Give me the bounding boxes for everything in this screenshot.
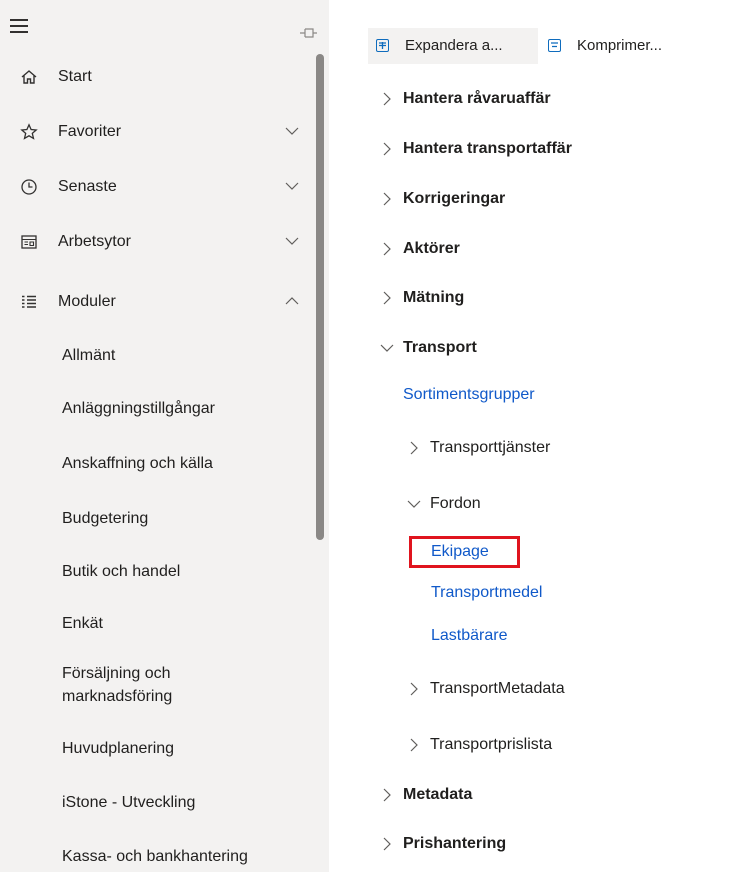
chevron-down-icon[interactable]: [285, 181, 299, 191]
link-lastbarare[interactable]: Lastbärare: [431, 621, 508, 651]
module-item[interactable]: Butik och handel: [62, 560, 302, 583]
nav-item-label: Moduler: [58, 293, 116, 310]
collapse-all-button[interactable]: Komprimer...: [540, 28, 700, 64]
tree-item-label: Mätning: [403, 289, 465, 306]
tree-item-label: Transport: [403, 339, 477, 356]
nav-item-start[interactable]: Start: [0, 57, 315, 97]
tree-item-label: Transportprislista: [430, 736, 553, 753]
chevron-right-icon: [383, 92, 391, 106]
chevron-up-icon[interactable]: [285, 296, 299, 306]
nav-item-label: Senaste: [58, 178, 117, 195]
modules-list-icon: [22, 295, 36, 308]
tree-item-label: TransportMetadata: [430, 680, 565, 697]
navigation-pane: Start Favoriter Senaste Arbetsytor Modul…: [0, 0, 329, 872]
chevron-right-icon: [383, 291, 391, 305]
nav-top-bar: [0, 0, 329, 44]
nav-item-moduler[interactable]: Moduler: [0, 282, 315, 322]
collapse-all-label: Komprimer...: [577, 37, 663, 54]
nav-item-label: Arbetsytor: [58, 233, 131, 250]
home-icon: [21, 70, 37, 84]
link-transportmedel[interactable]: Transportmedel: [431, 578, 542, 608]
star-icon: [20, 123, 38, 140]
module-item[interactable]: Huvudplanering: [62, 737, 302, 760]
module-item[interactable]: Allmänt: [62, 344, 302, 367]
nav-item-favoriter[interactable]: Favoriter: [0, 112, 315, 152]
collapse-icon: [548, 39, 561, 52]
chevron-right-icon: [383, 192, 391, 206]
chevron-right-icon: [383, 788, 391, 802]
link-sortimentsgrupper[interactable]: Sortimentsgrupper: [403, 380, 535, 410]
expand-all-button[interactable]: Expandera a...: [368, 28, 538, 64]
nav-item-senaste[interactable]: Senaste: [0, 167, 315, 207]
workspace-icon: [21, 235, 37, 249]
module-item[interactable]: iStone - Utveckling: [62, 791, 302, 814]
hamburger-menu-icon[interactable]: [10, 19, 28, 33]
chevron-down-icon[interactable]: [285, 236, 299, 246]
expand-icon: [376, 39, 389, 52]
chevron-right-icon: [410, 738, 418, 752]
chevron-down-icon: [407, 500, 421, 508]
nav-item-arbetsytor[interactable]: Arbetsytor: [0, 222, 315, 262]
nav-item-label: Favoriter: [58, 123, 122, 140]
chevron-right-icon: [410, 682, 418, 696]
tree-item-label: Fordon: [430, 495, 481, 512]
chevron-right-icon: [383, 242, 391, 256]
chevron-right-icon: [383, 837, 391, 851]
module-item[interactable]: Anskaffning och källa: [62, 452, 302, 475]
tree-item-label: Korrigeringar: [403, 190, 506, 207]
nav-scrollbar[interactable]: [316, 54, 324, 540]
tree-item-label: Aktörer: [403, 240, 460, 257]
highlight-box: [409, 536, 520, 568]
nav-item-label: Start: [58, 68, 92, 85]
module-item[interactable]: Kassa- och bankhantering: [62, 845, 302, 868]
module-item[interactable]: Budgetering: [62, 507, 302, 530]
chevron-down-icon: [380, 344, 394, 352]
tree-item-label: Transporttjänster: [430, 439, 551, 456]
tree-item-label: Hantera råvaruaffär: [403, 90, 551, 107]
module-item[interactable]: Enkät: [62, 612, 302, 635]
tree-item-label: Metadata: [403, 786, 473, 803]
clock-icon: [21, 179, 37, 195]
chevron-right-icon: [383, 142, 391, 156]
expand-all-label: Expandera a...: [405, 37, 503, 54]
pin-icon[interactable]: [298, 26, 318, 40]
module-item[interactable]: Försäljning och marknadsföring: [62, 662, 222, 708]
chevron-right-icon: [410, 441, 418, 455]
tree-item-label: Prishantering: [403, 835, 507, 852]
chevron-down-icon[interactable]: [285, 126, 299, 136]
tree-item-label: Hantera transportaffär: [403, 140, 572, 157]
module-item[interactable]: Anläggningstillgångar: [62, 397, 302, 420]
